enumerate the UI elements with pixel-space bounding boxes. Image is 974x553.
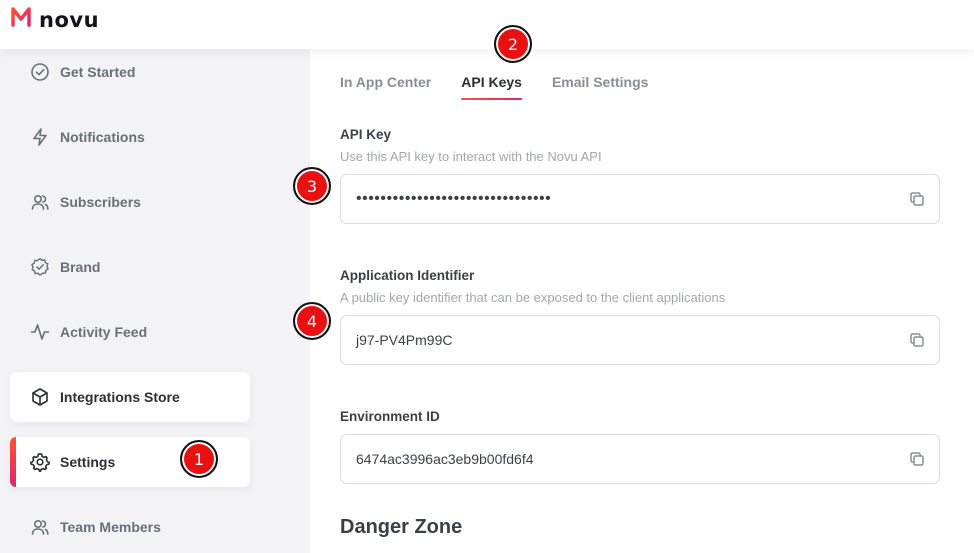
app-identifier-description: A public key identifier that can be expo… <box>340 290 726 305</box>
sidebar-item-label: Get Started <box>60 64 136 80</box>
copy-icon <box>910 192 924 206</box>
sidebar-item-brand[interactable]: Brand <box>10 242 250 292</box>
copy-app-identifier-button[interactable] <box>895 316 939 364</box>
sidebar: Get Started Notifications Subscribers Br… <box>0 49 310 553</box>
environment-id-field[interactable]: 6474ac3996ac3eb9b00fd6f4 <box>340 434 940 484</box>
check-circle-icon <box>30 62 50 82</box>
sidebar-item-label: Notifications <box>60 129 145 145</box>
copy-environment-id-button[interactable] <box>895 435 939 483</box>
app-identifier-label: Application Identifier <box>340 268 475 283</box>
box-icon <box>30 387 50 407</box>
users-icon <box>30 517 50 537</box>
badge-check-icon <box>30 257 50 277</box>
users-icon <box>30 192 50 212</box>
copy-api-key-button[interactable] <box>895 175 939 223</box>
annotation-marker-3: 3 <box>293 167 331 205</box>
sidebar-item-notifications[interactable]: Notifications <box>10 112 250 162</box>
app-identifier-value: j97-PV4Pm99C <box>356 332 453 348</box>
annotation-marker-2: 2 <box>494 25 532 63</box>
api-key-field[interactable]: •••••••••••••••••••••••••••••••• <box>340 174 940 224</box>
annotation-marker-4: 4 <box>293 302 331 340</box>
gear-icon <box>30 452 50 472</box>
top-bar: novu <box>0 0 974 49</box>
sidebar-item-label: Integrations Store <box>60 389 180 405</box>
api-key-description: Use this API key to interact with the No… <box>340 149 602 164</box>
annotation-marker-1: 1 <box>180 440 218 478</box>
tab-in-app-center[interactable]: In App Center <box>340 70 431 102</box>
sidebar-item-label: Team Members <box>60 519 161 535</box>
sidebar-item-label: Brand <box>60 259 101 275</box>
environment-id-label: Environment ID <box>340 409 440 424</box>
novu-logo-icon <box>9 5 33 34</box>
novu-logo[interactable]: novu <box>9 5 99 34</box>
sidebar-item-integrations-store[interactable]: Integrations Store <box>10 372 250 422</box>
activity-icon <box>30 322 50 342</box>
api-key-label: API Key <box>340 127 392 142</box>
environment-id-value: 6474ac3996ac3eb9b00fd6f4 <box>356 451 534 467</box>
sidebar-item-activity-feed[interactable]: Activity Feed <box>10 307 250 357</box>
sidebar-item-subscribers[interactable]: Subscribers <box>10 177 250 227</box>
settings-tabs: In App Center API Keys Email Settings <box>340 70 678 102</box>
copy-icon <box>910 333 924 347</box>
sidebar-item-label: Settings <box>60 454 116 470</box>
brand-name: novu <box>39 7 100 32</box>
api-key-value: •••••••••••••••••••••••••••••••• <box>356 190 552 207</box>
sidebar-item-team-members[interactable]: Team Members <box>10 502 250 552</box>
tab-email-settings[interactable]: Email Settings <box>552 70 648 102</box>
sidebar-item-label: Activity Feed <box>60 324 148 340</box>
bolt-icon <box>30 127 50 147</box>
sidebar-item-label: Subscribers <box>60 194 141 210</box>
tab-api-keys[interactable]: API Keys <box>461 70 522 102</box>
copy-icon <box>910 452 924 466</box>
sidebar-item-get-started[interactable]: Get Started <box>10 47 250 97</box>
danger-zone-title: Danger Zone <box>340 516 463 538</box>
app-identifier-field[interactable]: j97-PV4Pm99C <box>340 315 940 365</box>
